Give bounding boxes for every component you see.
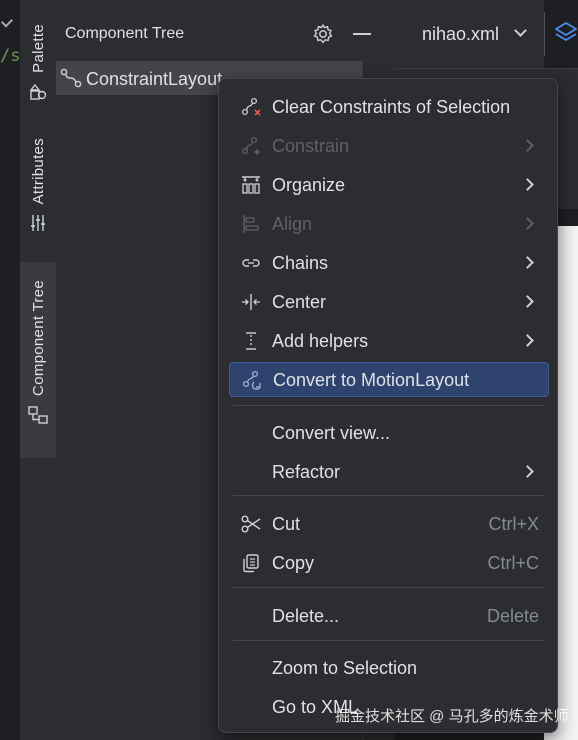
menu-item-label: Chains <box>272 253 329 273</box>
menu-item-label: Delete... <box>272 606 340 626</box>
chevron-right-icon <box>521 465 534 478</box>
menu-item-label: Convert to MotionLayout <box>273 370 470 390</box>
menu-item-clear-constraints[interactable]: Clear Constraints of Selection <box>229 90 549 124</box>
menu-item-align[interactable]: Align <box>229 207 549 241</box>
menu-item-label: Zoom to Selection <box>272 658 418 678</box>
layers-icon[interactable] <box>554 20 578 44</box>
menu-item-chains[interactable]: Chains <box>229 246 549 280</box>
center-icon <box>242 294 260 310</box>
menu-item-organize[interactable]: Organize <box>229 168 549 202</box>
menu-item-shortcut: Ctrl+X <box>488 514 539 534</box>
menu-separator <box>233 640 545 641</box>
sliders-icon <box>31 215 45 232</box>
chains-icon <box>242 259 260 267</box>
menu-item-convert-motionlayout[interactable]: Convert to MotionLayout <box>229 362 549 397</box>
motionlayout-icon <box>242 370 261 390</box>
watermark: 掘金技术社区 @ 马孔多的炼金术师 <box>335 708 569 725</box>
constrain-icon <box>241 136 260 155</box>
file-tab[interactable]: nihao.xml <box>394 0 544 68</box>
menu-separator <box>233 587 545 588</box>
chevron-right-icon <box>521 217 534 230</box>
panel-header: Component Tree <box>56 0 394 68</box>
gear-icon[interactable] <box>312 23 334 45</box>
menu-item-convert-view[interactable]: Convert view... <box>229 416 549 450</box>
menu-separator <box>233 405 545 406</box>
chevron-right-icon <box>521 334 534 347</box>
menu-item-delete[interactable]: Delete... Delete <box>229 599 549 633</box>
menu-item-label: Convert view... <box>272 423 391 443</box>
tool-window-bar: Palette Attributes Component Tree <box>20 0 57 740</box>
scissors-icon <box>241 515 261 533</box>
menu-item-label: Clear Constraints of Selection <box>272 97 511 117</box>
chevron-right-icon <box>521 139 534 152</box>
clear-constraints-icon <box>241 97 261 116</box>
tab-attributes-label: Attributes <box>29 138 47 205</box>
menu-item-copy[interactable]: Copy Ctrl+C <box>229 546 549 580</box>
file-tab-label: nihao.xml <box>422 24 500 44</box>
tab-component-tree-label: Component Tree <box>29 280 47 396</box>
menu-item-label: Add helpers <box>272 331 369 351</box>
menu-item-label: Organize <box>272 175 346 195</box>
menu-item-label: Copy <box>272 553 315 573</box>
menu-item-label: Cut <box>272 514 301 534</box>
toolbar-separator <box>544 12 545 56</box>
code-fragment: /s <box>0 46 21 66</box>
menu-item-shortcut: Delete <box>486 606 539 626</box>
menu-item-zoom-to-selection[interactable]: Zoom to Selection <box>229 651 549 685</box>
constraint-layout-icon <box>60 68 82 88</box>
menu-item-refactor[interactable]: Refactor <box>229 455 549 489</box>
tab-attributes[interactable]: Attributes <box>20 138 56 248</box>
palette-icon <box>29 83 47 100</box>
editor-gutter: /s <box>0 0 20 740</box>
menu-item-label: Refactor <box>272 462 341 482</box>
helpers-icon <box>246 332 256 350</box>
menu-item-label: Align <box>272 214 313 234</box>
organize-icon <box>242 176 260 194</box>
tab-palette[interactable]: Palette <box>20 24 56 114</box>
menu-item-constrain[interactable]: Constrain <box>229 129 549 163</box>
menu-item-label: Center <box>272 292 327 312</box>
menu-item-add-helpers[interactable]: Add helpers <box>229 324 549 358</box>
panel-title: Component Tree <box>65 25 185 42</box>
chevron-right-icon <box>521 178 534 191</box>
copy-icon <box>243 554 259 573</box>
chevron-right-icon <box>521 295 534 308</box>
menu-separator <box>233 495 545 496</box>
chevron-down-icon[interactable] <box>514 24 527 37</box>
menu-item-shortcut: Ctrl+C <box>487 553 539 573</box>
check-icon <box>0 15 14 28</box>
context-menu: Clear Constraints of Selection Constrain… <box>218 78 558 733</box>
minimize-button[interactable] <box>353 33 371 35</box>
menu-item-label: Constrain <box>272 136 350 156</box>
tab-component-tree[interactable]: Component Tree <box>20 262 56 458</box>
tree-item-label: ConstraintLayout <box>86 69 223 89</box>
chevron-right-icon <box>521 256 534 269</box>
menu-item-center[interactable]: Center <box>229 285 549 319</box>
tab-palette-label: Palette <box>29 24 47 73</box>
align-icon <box>243 215 259 233</box>
menu-item-cut[interactable]: Cut Ctrl+X <box>229 507 549 541</box>
component-tree-icon <box>28 406 48 424</box>
